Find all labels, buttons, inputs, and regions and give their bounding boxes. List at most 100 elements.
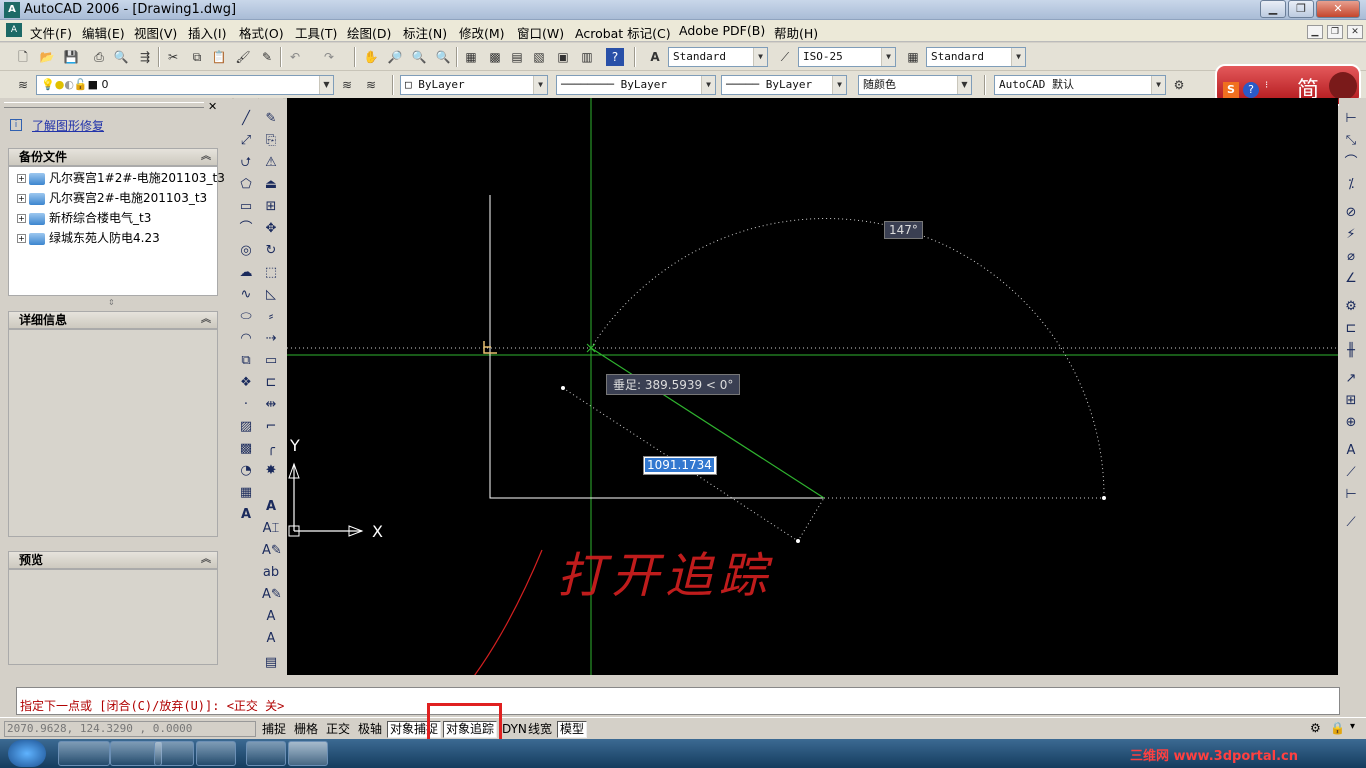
sheet-set-icon[interactable]: ▧ <box>530 48 548 66</box>
menu-draw[interactable]: 绘图(D) <box>347 23 391 42</box>
insert-block-icon[interactable]: ⧉ <box>237 352 255 370</box>
save-icon[interactable]: 💾 <box>62 48 80 66</box>
multiline-text-icon[interactable]: A <box>237 506 255 524</box>
menu-adobe-pdf[interactable]: Adobe PDF(B) <box>679 23 765 38</box>
table-style-select[interactable]: Standard ▼ <box>926 47 1026 67</box>
text-style-icon[interactable]: A✎ <box>262 586 282 604</box>
publish-icon[interactable]: ⇶ <box>136 48 154 66</box>
spelling-icon[interactable]: ab <box>262 564 280 582</box>
text-style-icon[interactable]: A <box>646 48 664 66</box>
lineweight-toggle[interactable]: 线宽 <box>525 721 555 738</box>
rotate-icon[interactable]: ↻ <box>262 242 280 260</box>
polyline-icon[interactable]: ⮍ <box>237 154 255 172</box>
make-layer-current-icon[interactable]: ≋ <box>338 76 356 94</box>
doc-minimize-button[interactable]: ▁ <box>1307 25 1323 39</box>
minimize-button[interactable]: ▁ <box>1260 0 1286 18</box>
convert-distance-icon[interactable]: ▤ <box>262 654 280 672</box>
start-button[interactable] <box>8 740 46 767</box>
dimension-update-icon[interactable]: ⊢ <box>1342 486 1360 504</box>
point-icon[interactable]: · <box>237 396 255 414</box>
angular-dimension-icon[interactable]: ∠ <box>1342 270 1360 288</box>
menu-insert[interactable]: 插入(I) <box>188 23 226 42</box>
dim-style-icon[interactable]: ⟋ <box>776 48 794 66</box>
length-input[interactable]: 1091.1734 <box>643 456 717 475</box>
tray-settings-icon[interactable]: ▾ <box>1350 721 1355 732</box>
fillet-icon[interactable]: ╭ <box>262 440 280 458</box>
gradient-icon[interactable]: ▩ <box>237 440 255 458</box>
menu-tools[interactable]: 工具(T) <box>295 23 337 42</box>
drawing-canvas[interactable]: 147° 垂足: 389.5939 < 0° 1091.1734 Y X 打开追… <box>287 98 1338 675</box>
copy-object-icon[interactable]: ⎘ <box>262 132 280 150</box>
model-toggle[interactable]: 模型 <box>557 721 588 738</box>
taskbar-autocad-icon[interactable] <box>288 741 328 766</box>
dimension-text-edit-icon[interactable]: ⟋ <box>1342 464 1360 482</box>
menu-dimension[interactable]: 标注(N) <box>403 23 447 42</box>
baseline-dimension-icon[interactable]: ⊏ <box>1342 320 1360 338</box>
arc-length-icon[interactable]: ⌒ <box>1342 154 1360 172</box>
ellipse-arc-icon[interactable]: ◠ <box>237 330 255 348</box>
ortho-toggle[interactable]: 正交 <box>323 721 353 738</box>
jogged-dimension-icon[interactable]: ⚡ <box>1342 226 1360 244</box>
ime-menu-icon[interactable]: ⁝ <box>1265 80 1268 91</box>
tool-palettes-icon[interactable]: ▤ <box>508 48 526 66</box>
paste-icon[interactable]: 📋 <box>210 48 228 66</box>
block-editor-icon[interactable]: ✎ <box>258 48 276 66</box>
table-icon[interactable]: ▦ <box>237 484 255 502</box>
arc-icon[interactable]: ⌒ <box>237 220 255 238</box>
taskbar-app-icon[interactable] <box>58 741 110 766</box>
coordinates-display[interactable]: 2070.9628, 124.3290 , 0.0000 <box>4 721 256 737</box>
trim-icon[interactable]: ⸗ <box>262 308 280 326</box>
new-icon[interactable]: 🗋 <box>14 48 32 66</box>
menu-modify[interactable]: 修改(M) <box>459 23 505 42</box>
offset-icon[interactable]: ⏏ <box>262 176 280 194</box>
color-select[interactable]: □ ByLayer ▼ <box>400 75 548 95</box>
text-style-select[interactable]: Standard ▼ <box>668 47 768 67</box>
plot-preview-icon[interactable]: 🔍 <box>112 48 130 66</box>
ellipse-icon[interactable]: ⬭ <box>237 308 255 326</box>
menu-view[interactable]: 视图(V) <box>134 23 177 42</box>
scale-icon[interactable]: ⬚ <box>262 264 280 282</box>
edit-text-icon[interactable]: A⌶ <box>262 520 280 538</box>
join-icon[interactable]: ⇹ <box>262 396 280 414</box>
copy-icon[interactable]: ⧉ <box>188 48 206 66</box>
polygon-icon[interactable]: ⬠ <box>237 176 255 194</box>
explode-icon[interactable]: ✸ <box>262 462 280 480</box>
panel-grip[interactable] <box>4 102 204 108</box>
help-icon[interactable]: ? <box>606 48 624 66</box>
list-item[interactable]: + 新桥综合楼电气_t3 <box>17 209 151 226</box>
construction-line-icon[interactable]: ⤢ <box>237 132 255 150</box>
close-icon[interactable]: ✕ <box>208 100 217 113</box>
justify-text-icon[interactable]: A <box>262 630 280 648</box>
zoom-realtime-icon[interactable]: 🔎 <box>386 48 404 66</box>
open-icon[interactable]: 📂 <box>38 48 56 66</box>
zoom-previous-icon[interactable]: 🔍 <box>434 48 452 66</box>
linetype-select[interactable]: ──────── ByLayer ▼ <box>556 75 716 95</box>
splitter-icon[interactable]: ⇕ <box>108 298 115 307</box>
grid-toggle[interactable]: 栅格 <box>291 721 321 738</box>
make-block-icon[interactable]: ❖ <box>237 374 255 392</box>
menu-edit[interactable]: 编辑(E) <box>82 23 125 42</box>
match-properties-icon[interactable]: 🖌 <box>234 48 252 66</box>
aligned-dimension-icon[interactable]: ⤡ <box>1342 132 1360 150</box>
doc-restore-button[interactable]: ❐ <box>1327 25 1343 39</box>
scale-text-icon[interactable]: A <box>262 608 280 626</box>
sogou-icon[interactable]: S <box>1223 82 1239 98</box>
plot-icon[interactable]: ⎙ <box>90 48 108 66</box>
radius-dimension-icon[interactable]: ⊘ <box>1342 204 1360 222</box>
rectangle-icon[interactable]: ▭ <box>237 198 255 216</box>
lineweight-select[interactable]: ───── ByLayer ▼ <box>721 75 847 95</box>
table-style-icon[interactable]: ▦ <box>904 48 922 66</box>
taskbar-app2-icon[interactable] <box>246 741 286 766</box>
lock-icon[interactable]: 🔒 <box>1330 721 1345 735</box>
learn-recovery-link[interactable]: 了解图形修复 <box>32 117 104 134</box>
workspace-select[interactable]: AutoCAD 默认 ▼ <box>994 75 1166 95</box>
calculator-icon[interactable]: ▥ <box>578 48 596 66</box>
array-icon[interactable]: ⊞ <box>262 198 280 216</box>
stretch-icon[interactable]: ◺ <box>262 286 280 304</box>
erase-icon[interactable]: ✎ <box>262 110 280 128</box>
text-icon[interactable]: A <box>262 498 280 516</box>
properties-icon[interactable]: ▦ <box>462 48 480 66</box>
menu-window[interactable]: 窗口(W) <box>517 23 564 42</box>
list-item[interactable]: + 凡尔赛宫2#-电施201103_t3 <box>17 189 207 206</box>
ordinate-dimension-icon[interactable]: ⁒ <box>1342 176 1360 194</box>
